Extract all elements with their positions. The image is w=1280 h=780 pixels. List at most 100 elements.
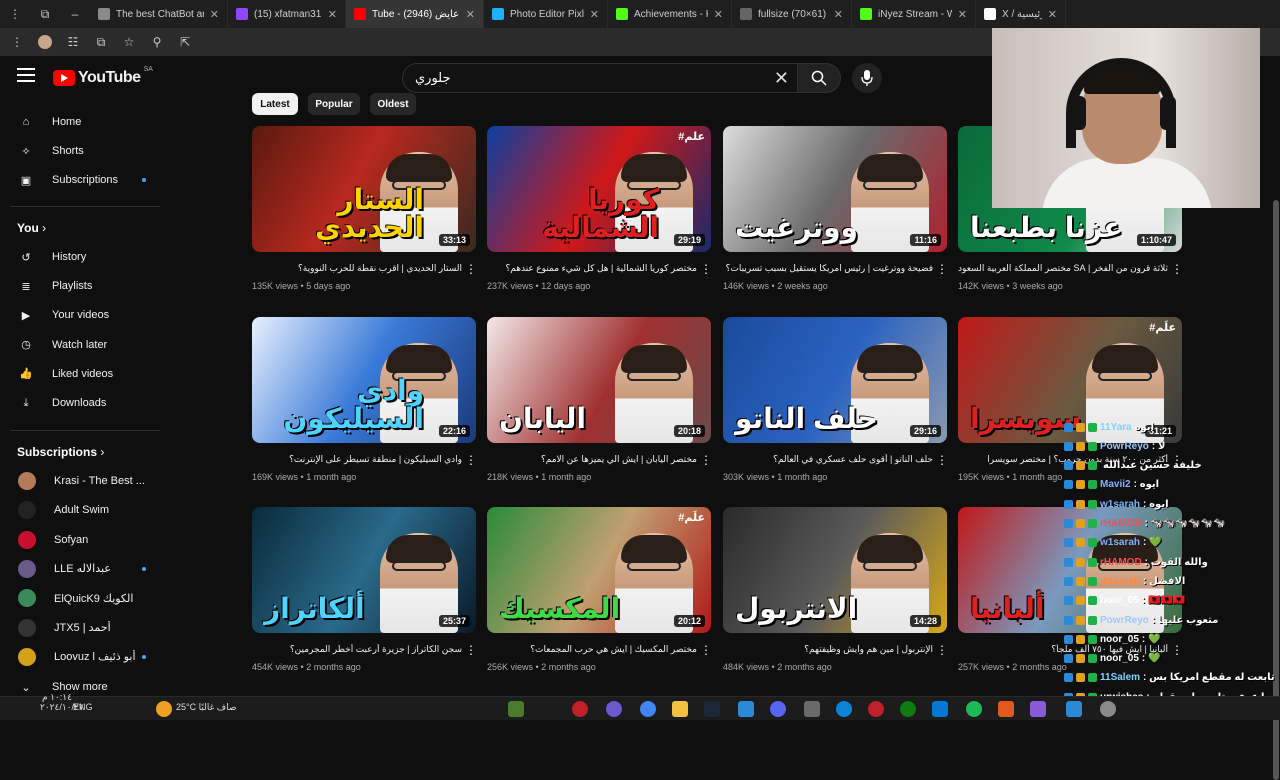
sidebar-item-history[interactable]: ↺ History <box>10 243 160 271</box>
video-options-icon[interactable]: ⋮ <box>465 262 477 276</box>
app-icon-orange[interactable] <box>998 701 1014 717</box>
browser-tab[interactable]: (15) xfatman31 - Clips M... ✕ <box>228 0 346 28</box>
video-title[interactable]: الستار الحديدي | اقرب نقطة للحرب النووية… <box>252 263 462 274</box>
youtube-logo[interactable]: YouTube SA <box>53 66 153 87</box>
start-button-icon[interactable] <box>1100 701 1116 717</box>
close-tab-icon[interactable]: ✕ <box>210 8 219 21</box>
browser-tab[interactable]: Photo Editor Pixlr Free on... ✕ <box>484 0 608 28</box>
chrome-icon[interactable] <box>640 701 656 717</box>
video-thumbnail[interactable]: الستار الحديدي 33:13 <box>252 126 476 252</box>
sidebar-item-playlists[interactable]: ≣ Playlists <box>10 272 160 300</box>
video-thumbnail[interactable]: ألكاتراز 25:37 <box>252 507 476 633</box>
close-tab-icon[interactable]: ✕ <box>714 8 723 21</box>
file-explorer-icon[interactable] <box>672 701 688 717</box>
app-icon-blue[interactable] <box>738 701 754 717</box>
video-thumbnail[interactable]: حلف الناتو 29:16 <box>723 317 947 443</box>
minimize-icon[interactable]: – <box>60 0 90 28</box>
xbox-icon[interactable] <box>900 701 916 717</box>
video-title[interactable]: مختصر اليابان | ايش الي يميزها عن الامم؟ <box>487 454 697 465</box>
sidebar-item-downloads[interactable]: ⤓ Downloads <box>10 389 160 417</box>
taskbar-weather[interactable]: 25°C صاف غالبًا <box>176 702 237 713</box>
sidebar-subscription[interactable]: Sofyan <box>10 526 160 554</box>
sidebar-item-your-videos[interactable]: ▶ Your videos <box>10 301 160 329</box>
video-title[interactable]: وادي السيليكون | منطقة تسيطر على الإنترن… <box>252 454 462 465</box>
sidebar-item-watch-later[interactable]: ◷ Watch later <box>10 331 160 359</box>
chip-latest[interactable]: Latest <box>252 93 298 115</box>
close-tab-icon[interactable]: ✕ <box>958 8 967 21</box>
bookmark-star-icon[interactable]: ☆ <box>122 35 136 49</box>
browser-tab[interactable]: X / الرئيسية ✕ <box>976 0 1066 28</box>
sidebar-subscription[interactable]: LLE عبدالاله <box>10 555 160 583</box>
obs-icon[interactable] <box>606 701 622 717</box>
search-taskbar-icon[interactable] <box>1066 701 1082 717</box>
sidebar-subscription[interactable]: ElQuicK9 الكويك <box>10 584 160 612</box>
sidebar-subscription[interactable]: Krasi - The Best ... <box>10 467 160 495</box>
sidebar-subscriptions-heading[interactable]: Subscriptions › <box>17 445 104 459</box>
video-title[interactable]: مختصر كوريا الشمالية | هل كل شيء ممنوع ع… <box>487 263 697 274</box>
sidebar-subscription[interactable]: JTX5 | أحمد <box>10 614 160 642</box>
close-tab-icon[interactable]: ✕ <box>466 8 475 21</box>
video-title[interactable]: حلف الناتو | أقوى حلف عسكري في العالم؟ <box>723 454 933 465</box>
extensions-icon[interactable]: ⧉ <box>94 35 108 49</box>
voice-search-button[interactable] <box>852 63 882 93</box>
video-options-icon[interactable]: ⋮ <box>1171 262 1183 276</box>
hamburger-menu-icon[interactable] <box>17 68 35 82</box>
app-icon-red-2[interactable] <box>868 701 884 717</box>
video-thumbnail[interactable]: المكسيك #علَم 20:12 <box>487 507 711 633</box>
video-thumbnail[interactable]: كوريا الشمالية #علم 29:19 <box>487 126 711 252</box>
store-icon[interactable] <box>932 701 948 717</box>
video-thumbnail[interactable]: اليابان 20:18 <box>487 317 711 443</box>
sidebar-you-heading[interactable]: You › <box>17 221 46 235</box>
close-tab-icon[interactable]: ✕ <box>590 8 599 21</box>
taskbar-language[interactable]: ENG <box>73 702 93 712</box>
chip-oldest[interactable]: Oldest <box>370 93 416 115</box>
sidebar-item-liked-videos[interactable]: 👍 Liked videos <box>10 360 160 388</box>
sidebar-subscription[interactable]: Loovuz l أبو ذئيف <box>10 643 160 671</box>
video-thumbnail[interactable]: وادي السيليكون 22:16 <box>252 317 476 443</box>
close-tab-icon[interactable]: ✕ <box>834 8 843 21</box>
browser-tab[interactable]: fullsize (70×61) ✕ <box>732 0 852 28</box>
discord-icon[interactable] <box>770 701 786 717</box>
scrollbar-thumb[interactable] <box>1273 200 1279 780</box>
sidebar-item-subscriptions[interactable]: ▣ Subscriptions <box>10 166 160 194</box>
edge-icon[interactable] <box>836 701 852 717</box>
video-title[interactable]: الإنتربول | مين هم وايش وظيفتهم؟ <box>723 644 933 655</box>
video-thumbnail[interactable]: ووترغيت 11:16 <box>723 126 947 252</box>
video-options-icon[interactable]: ⋮ <box>465 643 477 657</box>
chip-popular[interactable]: Popular <box>308 93 360 115</box>
video-title[interactable]: سجن الكاتراز | جزيرة أرعبت أخطر المجرمين… <box>252 644 462 655</box>
settings-icon[interactable] <box>804 701 820 717</box>
close-tab-icon[interactable]: ✕ <box>1048 8 1057 21</box>
video-options-icon[interactable]: ⋮ <box>936 453 948 467</box>
reading-list-icon[interactable]: ☷ <box>66 35 80 49</box>
minecraft-icon[interactable] <box>508 701 524 717</box>
tab-search-icon[interactable]: ⧉ <box>30 0 60 28</box>
profile-icon[interactable] <box>38 35 52 49</box>
sidebar-subscription[interactable]: Adult Swim <box>10 496 160 524</box>
browser-tab[interactable]: Achievements - Kick Dash... ✕ <box>608 0 732 28</box>
sidebar-item-shorts[interactable]: ✧ Shorts <box>10 137 160 165</box>
search-input[interactable]: جلوري ✕ <box>402 63 802 93</box>
browser-tab[interactable]: Tube - د.أبو عايض (2946) ✕ <box>346 0 484 28</box>
browser-tab[interactable]: iNyez Stream - Watch Live... ✕ <box>852 0 976 28</box>
video-options-icon[interactable]: ⋮ <box>936 643 948 657</box>
window-menu-icon[interactable]: ⋮ <box>0 0 30 28</box>
video-options-icon[interactable]: ⋮ <box>700 453 712 467</box>
video-options-icon[interactable]: ⋮ <box>700 643 712 657</box>
search-button[interactable] <box>797 63 841 93</box>
zoom-icon[interactable]: ⚲ <box>150 35 164 49</box>
video-options-icon[interactable]: ⋮ <box>465 453 477 467</box>
menu-dots-icon[interactable]: ⋮ <box>10 35 24 49</box>
video-title[interactable]: فضيحة ووترغيت | رئيس امريكا يستقيل بسبب … <box>723 263 933 274</box>
steam-icon[interactable] <box>704 701 720 717</box>
video-thumbnail[interactable]: الانتربول 14:28 <box>723 507 947 633</box>
page-scrollbar[interactable] <box>1272 100 1280 780</box>
app-icon-purple[interactable] <box>1030 701 1046 717</box>
video-title[interactable]: ثلاثة قرون من الفخر | SA مختصر المملكة ا… <box>958 263 1168 274</box>
sidebar-item-home[interactable]: ⌂ Home <box>10 108 160 136</box>
video-title[interactable]: مختصر المكسيك | ايش هي حرب المجمعات؟ <box>487 644 697 655</box>
close-tab-icon[interactable]: ✕ <box>328 8 337 21</box>
app-icon-red[interactable] <box>572 701 588 717</box>
spotify-icon[interactable] <box>966 701 982 717</box>
clear-search-icon[interactable]: ✕ <box>774 68 789 89</box>
